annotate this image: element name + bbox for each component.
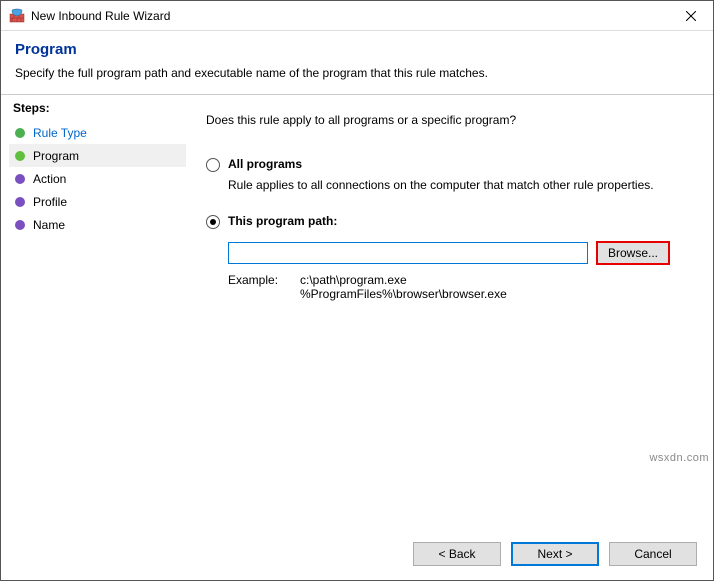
example-text: c:\path\program.exe %ProgramFiles%\brows… (300, 273, 507, 301)
step-label: Profile (33, 195, 67, 209)
wizard-body: Steps: Rule Type Program Action Profile … (1, 95, 713, 532)
bullet-icon (15, 151, 25, 161)
option-label: This program path: (228, 214, 337, 228)
page-subtitle: Specify the full program path and execut… (15, 66, 699, 80)
example-row: Example: c:\path\program.exe %ProgramFil… (228, 273, 693, 301)
program-path-row: Browse... (228, 241, 693, 265)
bullet-icon (15, 128, 25, 138)
steps-sidebar: Steps: Rule Type Program Action Profile … (1, 95, 186, 532)
step-label: Name (33, 218, 65, 232)
cancel-button[interactable]: Cancel (609, 542, 697, 566)
option-all-programs[interactable]: All programs (206, 157, 693, 172)
steps-title: Steps: (13, 101, 186, 115)
step-label: Rule Type (33, 126, 87, 140)
bullet-icon (15, 197, 25, 207)
watermark: wsxdn.com (649, 452, 709, 464)
wizard-header: Program Specify the full program path an… (1, 31, 713, 90)
step-action[interactable]: Action (9, 167, 186, 190)
step-label: Program (33, 149, 79, 163)
step-program[interactable]: Program (9, 144, 186, 167)
radio-icon[interactable] (206, 215, 220, 229)
next-button[interactable]: Next > (511, 542, 599, 566)
page-title: Program (15, 41, 699, 58)
option-label: All programs (228, 157, 302, 171)
titlebar: New Inbound Rule Wizard (1, 1, 713, 31)
step-label: Action (33, 172, 66, 186)
question-text: Does this rule apply to all programs or … (206, 113, 693, 127)
browse-button[interactable]: Browse... (596, 241, 670, 265)
program-path-input[interactable] (228, 242, 588, 264)
wizard-window: New Inbound Rule Wizard Program Specify … (0, 0, 714, 581)
step-rule-type[interactable]: Rule Type (9, 121, 186, 144)
bullet-icon (15, 174, 25, 184)
radio-icon[interactable] (206, 158, 220, 172)
step-name[interactable]: Name (9, 213, 186, 236)
option-all-desc: Rule applies to all connections on the c… (228, 178, 693, 192)
main-panel: Does this rule apply to all programs or … (186, 95, 713, 532)
step-profile[interactable]: Profile (9, 190, 186, 213)
window-title: New Inbound Rule Wizard (31, 9, 668, 23)
wizard-footer: < Back Next > Cancel (1, 532, 713, 580)
option-this-program-path[interactable]: This program path: (206, 214, 693, 229)
bullet-icon (15, 220, 25, 230)
back-button[interactable]: < Back (413, 542, 501, 566)
close-button[interactable] (668, 1, 713, 31)
example-label: Example: (228, 273, 300, 301)
firewall-icon (9, 8, 25, 24)
